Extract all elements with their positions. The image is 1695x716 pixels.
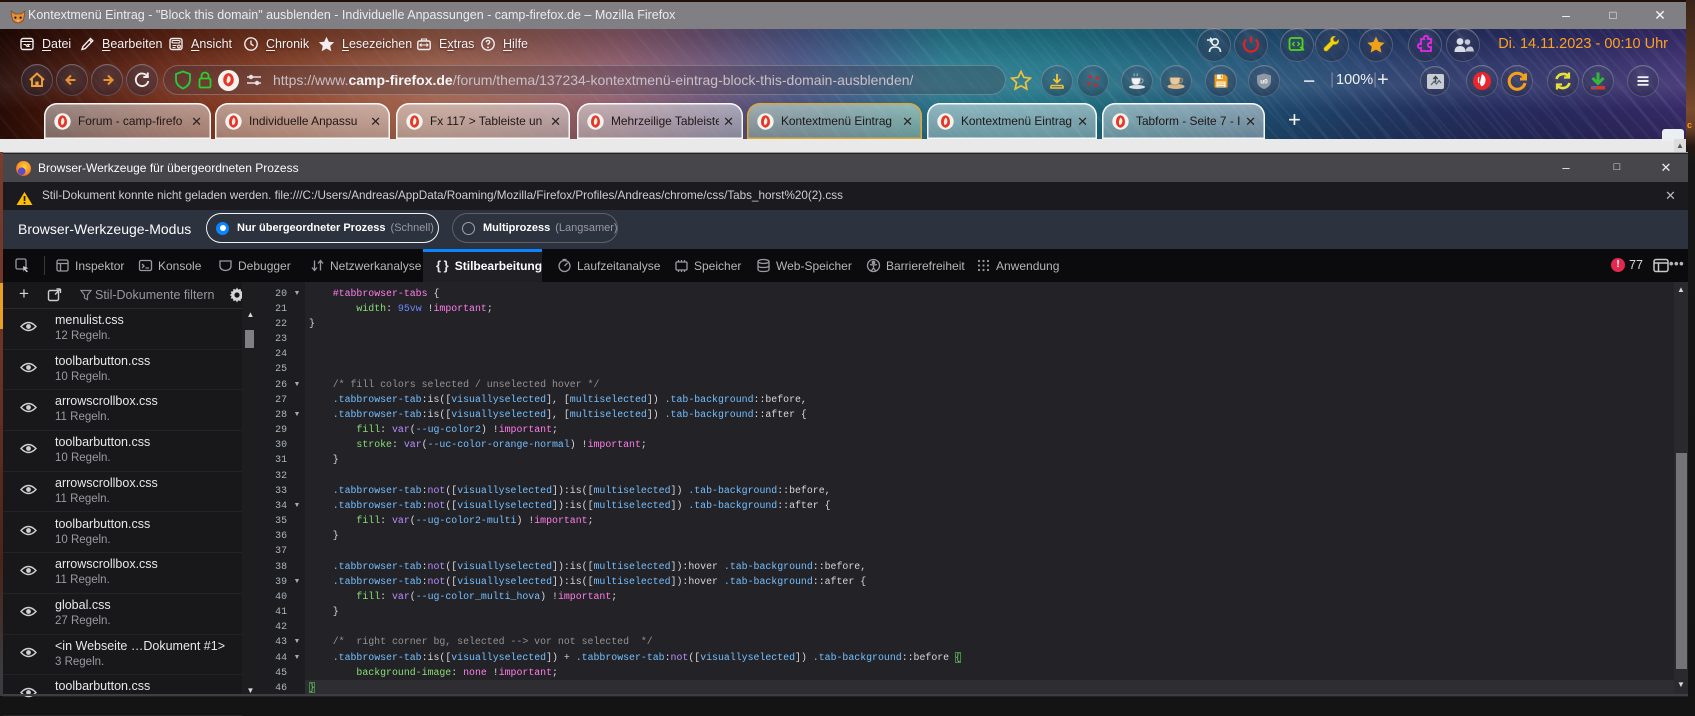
svg-text:u0: u0 (1260, 79, 1268, 86)
